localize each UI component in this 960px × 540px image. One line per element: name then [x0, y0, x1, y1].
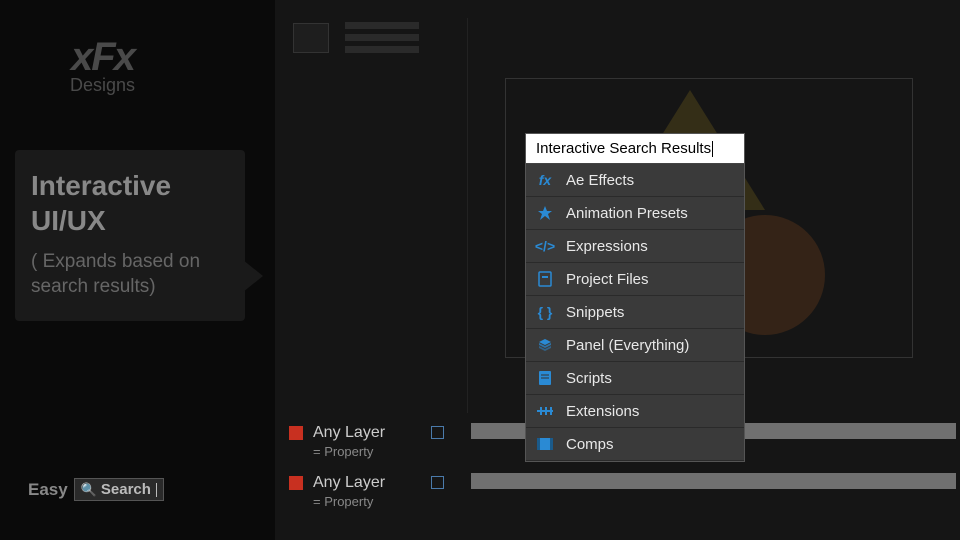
code-icon: </>	[536, 237, 554, 255]
snippet-icon: { }	[536, 303, 554, 321]
layer-name: Any Layer	[313, 474, 385, 492]
easy-label: Easy	[28, 480, 68, 500]
dropdown-item-snippets[interactable]: { } Snippets	[526, 296, 744, 329]
brand-logo: xFx Designs	[70, 35, 135, 96]
easy-search-label: Easy 🔍 Search	[28, 478, 164, 501]
vertical-divider	[467, 18, 468, 413]
view-toolbar	[293, 22, 419, 53]
text-cursor-icon	[156, 483, 157, 497]
dropdown-item-label: Ae Effects	[566, 172, 634, 189]
dropdown-item-extensions[interactable]: Extensions	[526, 395, 744, 428]
list-line-icon	[345, 22, 419, 29]
layer-checkbox[interactable]	[431, 426, 444, 439]
preset-icon	[536, 204, 554, 222]
list-line-icon	[345, 46, 419, 53]
fx-icon: fx	[536, 171, 554, 189]
dropdown-item-label: Extensions	[566, 403, 639, 420]
file-icon	[536, 270, 554, 288]
dropdown-item-animation-presets[interactable]: Animation Presets	[526, 197, 744, 230]
script-icon	[536, 369, 554, 387]
list-view-button[interactable]	[345, 22, 419, 53]
demo-search-box: 🔍 Search	[74, 478, 164, 501]
logo-mark: xFx	[70, 35, 135, 80]
layer-property: = Property	[313, 494, 385, 509]
layer-name: Any Layer	[313, 424, 385, 442]
layer-color-swatch[interactable]	[289, 476, 303, 490]
timeline-track[interactable]	[471, 473, 956, 489]
dropdown-item-ae-effects[interactable]: fx Ae Effects	[526, 164, 744, 197]
comp-icon	[536, 435, 554, 453]
callout-title: Interactive UI/UX	[31, 168, 229, 238]
dropdown-item-label: Expressions	[566, 238, 648, 255]
feature-callout: Interactive UI/UX ( Expands based on sea…	[15, 150, 245, 321]
dropdown-item-scripts[interactable]: Scripts	[526, 362, 744, 395]
callout-title-line1: Interactive	[31, 170, 171, 201]
dropdown-item-label: Snippets	[566, 304, 624, 321]
search-input-text: Interactive Search Results	[536, 140, 711, 157]
search-text: Search	[101, 481, 151, 498]
search-results-dropdown: Interactive Search Results fx Ae Effects A…	[525, 133, 745, 462]
search-input[interactable]: Interactive Search Results	[526, 134, 744, 164]
layer-checkbox[interactable]	[431, 476, 444, 489]
dropdown-item-expressions[interactable]: </> Expressions	[526, 230, 744, 263]
ext-icon	[536, 402, 554, 420]
dropdown-item-label: Scripts	[566, 370, 612, 387]
dropdown-item-label: Animation Presets	[566, 205, 688, 222]
dropdown-item-label: Project Files	[566, 271, 649, 288]
dropdown-item-label: Panel (Everything)	[566, 337, 689, 354]
callout-subtitle: ( Expands based on search results)	[31, 250, 229, 299]
text-cursor-icon	[712, 141, 713, 157]
callout-title-line2: UI/UX	[31, 205, 106, 236]
dropdown-item-comps[interactable]: Comps	[526, 428, 744, 461]
thumbnail-view-button[interactable]	[293, 23, 329, 53]
logo-subtitle: Designs	[70, 75, 135, 96]
layer-color-swatch[interactable]	[289, 426, 303, 440]
dropdown-item-panel-everything-[interactable]: Panel (Everything)	[526, 329, 744, 362]
search-icon: 🔍	[81, 482, 97, 498]
dropdown-item-project-files[interactable]: Project Files	[526, 263, 744, 296]
layer-property: = Property	[313, 444, 385, 459]
layers-icon	[536, 336, 554, 354]
dropdown-item-label: Comps	[566, 436, 614, 453]
layer-row[interactable]: Any Layer = Property	[285, 470, 950, 520]
callout-arrow-icon	[243, 260, 263, 292]
list-line-icon	[345, 34, 419, 41]
left-panel: xFx Designs Interactive UI/UX ( Expands …	[0, 0, 275, 540]
